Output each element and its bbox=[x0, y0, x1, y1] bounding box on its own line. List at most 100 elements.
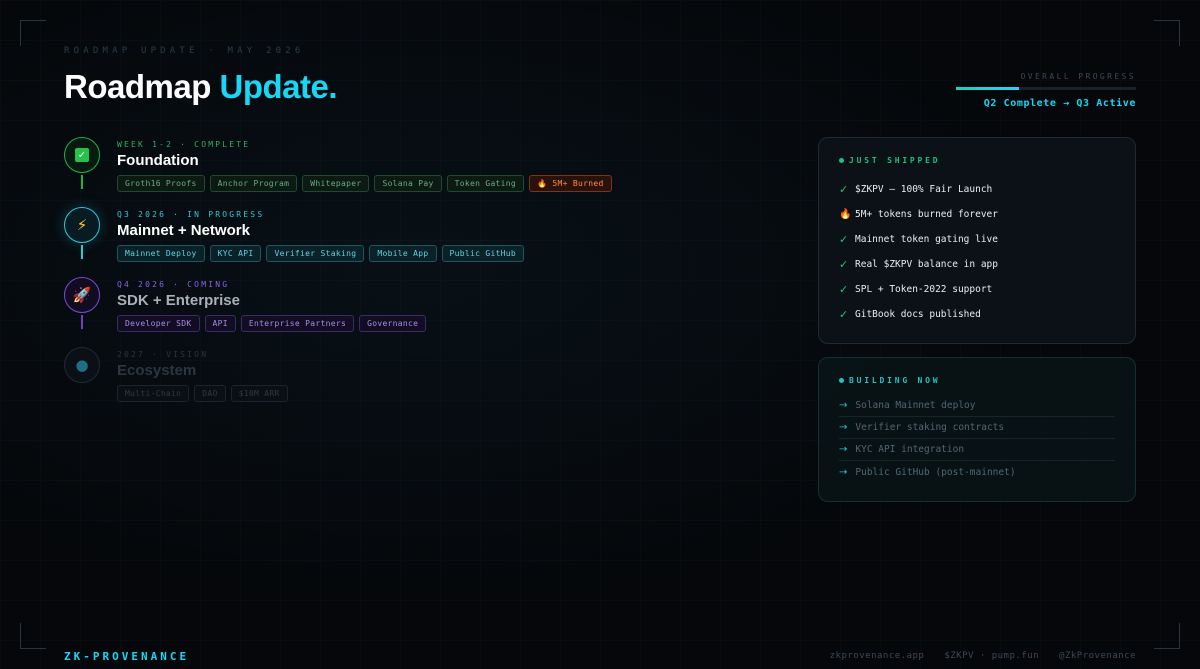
phase-chip: Public GitHub bbox=[441, 245, 525, 262]
phase-chip: Developer SDK bbox=[117, 315, 200, 332]
list-item-text: Verifier staking contracts bbox=[855, 422, 1005, 433]
phase-node-in-progress: ⚡ bbox=[64, 207, 100, 243]
overall-progress: OVERALL PROGRESS Q2 Complete → Q3 Active bbox=[956, 72, 1136, 109]
page-title-accent: Update. bbox=[219, 68, 338, 105]
progress-bar-fill bbox=[956, 87, 1019, 90]
footer-link-social[interactable]: @ZkProvenance bbox=[1059, 651, 1136, 661]
arrow-right-icon: → bbox=[839, 400, 848, 411]
roadmap-timeline: ✓ WEEK 1-2 · COMPLETE Foundation Groth16… bbox=[64, 134, 784, 414]
phase-node-coming: 🚀 bbox=[64, 277, 100, 313]
phase-chip: Mainnet Deploy bbox=[117, 245, 205, 262]
phase-chip: $10M ARR bbox=[230, 385, 288, 402]
footer-link-website[interactable]: zkprovenance.app bbox=[830, 651, 925, 661]
progress-bar bbox=[956, 87, 1136, 90]
phase-ecosystem: ● 2027 · VISION Ecosystem Multi-Chain DA… bbox=[64, 344, 784, 414]
phase-tag: WEEK 1-2 · COMPLETE bbox=[117, 140, 251, 149]
frame-corner-top-right bbox=[1154, 20, 1180, 46]
phase-chip: Token Gating bbox=[446, 175, 525, 192]
phase-foundation: ✓ WEEK 1-2 · COMPLETE Foundation Groth16… bbox=[64, 134, 784, 204]
phase-tag: Q4 2026 · COMING bbox=[117, 280, 230, 289]
footer-links: zkprovenance.app $ZKPV · pump.fun @ZkPro… bbox=[830, 651, 1136, 661]
checkmark-icon: ✓ bbox=[839, 258, 849, 271]
phase-chips: Mainnet Deploy KYC API Verifier Staking … bbox=[117, 245, 525, 262]
list-item: ✓ Mainnet token gating live bbox=[839, 227, 1115, 252]
status-dot-icon bbox=[839, 378, 844, 383]
rocket-icon: 🚀 bbox=[72, 286, 92, 304]
phase-chip: Groth16 Proofs bbox=[117, 175, 205, 192]
check-icon: ✓ bbox=[75, 148, 89, 162]
list-item-text: GitBook docs published bbox=[855, 309, 981, 320]
arrow-right-icon: → bbox=[839, 466, 848, 478]
just-shipped-panel: JUST SHIPPED ✓ $ZKPV — 100% Fair Launch 🔥… bbox=[818, 137, 1136, 344]
list-item-text: 5M+ tokens burned forever bbox=[855, 209, 998, 220]
frame-corner-bottom-right bbox=[1154, 623, 1180, 649]
building-now-header: BUILDING NOW bbox=[839, 376, 1115, 385]
page-title-main: Roadmap bbox=[64, 68, 211, 105]
footer-brand: ZK-PROVENANCE bbox=[64, 650, 190, 663]
page-title: Roadmap Update. bbox=[64, 68, 338, 106]
phase-name: SDK + Enterprise bbox=[117, 292, 240, 309]
phase-chip: Verifier Staking bbox=[266, 245, 365, 262]
list-item-text: Real $ZKPV balance in app bbox=[855, 259, 998, 270]
fire-icon: 🔥 bbox=[839, 209, 852, 220]
arrow-right-icon: → bbox=[839, 444, 848, 455]
list-item: ✓ SPL + Token-2022 support bbox=[839, 277, 1115, 302]
phase-node-vision: ● bbox=[64, 347, 100, 383]
progress-status: Q2 Complete → Q3 Active bbox=[983, 98, 1136, 109]
phase-name: Mainnet + Network bbox=[117, 222, 250, 239]
list-item: → Public GitHub (post-mainnet) bbox=[839, 461, 1115, 483]
phase-chip-burned: 🔥 5M+ Burned bbox=[529, 175, 612, 192]
phase-chip: Governance bbox=[359, 315, 427, 332]
footer-link-token[interactable]: $ZKPV · pump.fun bbox=[944, 651, 1039, 661]
phase-chip: KYC API bbox=[209, 245, 262, 262]
checkmark-icon: ✓ bbox=[839, 308, 849, 321]
phase-chips: Developer SDK API Enterprise Partners Go… bbox=[117, 315, 427, 332]
checkmark-icon: ✓ bbox=[839, 283, 849, 296]
phase-chip: Whitepaper bbox=[302, 175, 370, 192]
list-item: ✓ GitBook docs published bbox=[839, 302, 1115, 327]
frame-corner-bottom-left bbox=[20, 623, 46, 649]
status-dot-icon bbox=[839, 158, 844, 163]
phase-tag: 2027 · VISION bbox=[117, 350, 209, 359]
phase-node-complete: ✓ bbox=[64, 137, 100, 173]
progress-label: OVERALL PROGRESS bbox=[1020, 72, 1136, 81]
list-item: → KYC API integration bbox=[839, 439, 1115, 461]
phase-chip: Enterprise Partners bbox=[240, 315, 355, 332]
phase-mainnet-network: ⚡ Q3 2026 · IN PROGRESS Mainnet + Networ… bbox=[64, 204, 784, 274]
frame-corner-top-left bbox=[20, 20, 46, 46]
list-item: → Solana Mainnet deploy bbox=[839, 395, 1115, 417]
list-item: 🔥 5M+ tokens burned forever bbox=[839, 202, 1115, 227]
list-item: ✓ Real $ZKPV balance in app bbox=[839, 252, 1115, 277]
arrow-right-icon: → bbox=[839, 422, 848, 433]
just-shipped-title: JUST SHIPPED bbox=[849, 156, 941, 165]
timeline-connector bbox=[81, 175, 83, 189]
phase-chip: Multi-Chain bbox=[117, 385, 190, 402]
checkmark-icon: ✓ bbox=[839, 233, 849, 246]
timeline-connector bbox=[81, 245, 83, 259]
phase-chip: Solana Pay bbox=[374, 175, 442, 192]
phase-chip: DAO bbox=[194, 385, 226, 402]
just-shipped-header: JUST SHIPPED bbox=[839, 156, 1115, 165]
building-now-panel: BUILDING NOW → Solana Mainnet deploy → Ver… bbox=[818, 357, 1136, 502]
list-item-text: $ZKPV — 100% Fair Launch bbox=[855, 184, 993, 195]
building-now-title: BUILDING NOW bbox=[849, 376, 941, 385]
lightning-icon: ⚡ bbox=[76, 216, 88, 234]
building-now-list: → Solana Mainnet deploy → Verifier staking… bbox=[839, 395, 1115, 483]
list-item-text: Solana Mainnet deploy bbox=[855, 400, 976, 411]
globe-icon: ● bbox=[75, 356, 89, 374]
just-shipped-list: ✓ $ZKPV — 100% Fair Launch 🔥 5M+ tokens bu… bbox=[839, 177, 1115, 327]
list-item: → Verifier staking contracts bbox=[839, 417, 1115, 439]
phase-chips: Groth16 Proofs Anchor Program Whitepaper… bbox=[117, 175, 612, 192]
phase-chip: API bbox=[204, 315, 236, 332]
phase-tag: Q3 2026 · IN PROGRESS bbox=[117, 210, 265, 219]
phase-name: Ecosystem bbox=[117, 362, 197, 379]
phase-sdk-enterprise: 🚀 Q4 2026 · COMING SDK + Enterprise Deve… bbox=[64, 274, 784, 344]
phase-chip: Anchor Program bbox=[209, 175, 298, 192]
phase-chip: Mobile App bbox=[369, 245, 437, 262]
checkmark-icon: ✓ bbox=[839, 183, 849, 196]
list-item-text: Mainnet token gating live bbox=[855, 234, 998, 245]
phase-name: Foundation bbox=[117, 152, 199, 169]
header-eyebrow: ROADMAP UPDATE · MAY 2026 bbox=[64, 46, 305, 56]
list-item-text: Public GitHub (post-mainnet) bbox=[855, 466, 1016, 478]
list-item: ✓ $ZKPV — 100% Fair Launch bbox=[839, 177, 1115, 202]
